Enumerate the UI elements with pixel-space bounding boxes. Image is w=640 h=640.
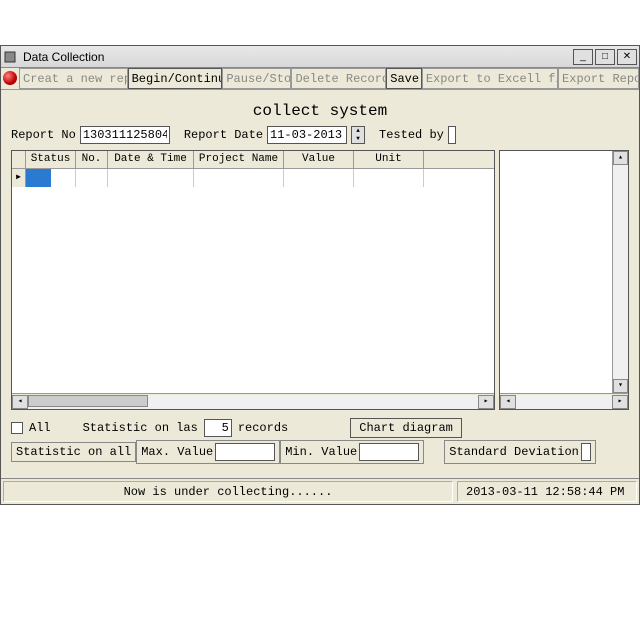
- statusbar: Now is under collecting...... 2013-03-11…: [1, 478, 639, 504]
- stat-on-all: Statistic on all: [11, 442, 136, 462]
- all-label: All: [29, 421, 51, 435]
- side-panel-body: [500, 151, 612, 393]
- tested-by-input[interactable]: [448, 126, 456, 144]
- scroll-track[interactable]: [28, 395, 478, 409]
- status-message: Now is under collecting......: [3, 481, 453, 502]
- col-no[interactable]: No.: [76, 151, 108, 168]
- current-row-marker: ▸: [12, 169, 26, 187]
- report-date-input[interactable]: [267, 126, 347, 144]
- grid-header: Status No. Date & Time Project Name Valu…: [12, 151, 494, 169]
- col-datetime[interactable]: Date & Time: [108, 151, 194, 168]
- data-grid[interactable]: Status No. Date & Time Project Name Valu…: [11, 150, 495, 410]
- row-marker-header: [12, 151, 26, 168]
- cell-project: [194, 169, 284, 187]
- side-panel: ▴ ▾ ◂ ▸: [499, 150, 629, 410]
- page-title: collect system: [11, 96, 629, 124]
- report-no-label: Report No: [11, 128, 76, 142]
- minimize-button[interactable]: _: [573, 49, 593, 65]
- side-scroll-left[interactable]: ◂: [500, 395, 516, 409]
- toolbar: Creat a new repor Begin/Continue Pause/S…: [1, 68, 639, 90]
- record-icon: [3, 71, 17, 85]
- last-n-label-post: records: [238, 421, 288, 435]
- side-scroll-right[interactable]: ▸: [612, 395, 628, 409]
- cell-no: [76, 169, 108, 187]
- scroll-down-button[interactable]: ▾: [613, 379, 628, 393]
- col-value[interactable]: Value: [284, 151, 354, 168]
- std-value-field[interactable]: [581, 443, 591, 461]
- status-datetime: 2013-03-11 12:58:44 PM: [457, 481, 637, 502]
- stat-std: Standard Deviation: [444, 440, 596, 464]
- save-button[interactable]: Save: [386, 68, 422, 89]
- delete-records-button[interactable]: Delete Records: [291, 68, 386, 89]
- scroll-thumb[interactable]: [28, 395, 148, 407]
- maximize-button[interactable]: □: [595, 49, 615, 65]
- content-area: collect system Report No Report Date ▲▼ …: [11, 96, 629, 476]
- app-window: Data Collection _ □ ✕ Creat a new repor …: [0, 45, 640, 505]
- titlebar: Data Collection _ □ ✕: [1, 46, 639, 68]
- statistics-row: Statistic on all Max. Value Min. Value S…: [11, 440, 629, 464]
- export-report-button[interactable]: Export Repor: [558, 68, 639, 89]
- cell-status[interactable]: [26, 169, 76, 187]
- min-value-field[interactable]: [359, 443, 419, 461]
- last-n-label-pre: Statistic on las: [83, 421, 198, 435]
- cell-datetime: [108, 169, 194, 187]
- window-title: Data Collection: [23, 50, 573, 64]
- col-unit[interactable]: Unit: [354, 151, 424, 168]
- side-hscrollbar[interactable]: ◂ ▸: [500, 393, 628, 409]
- table-row[interactable]: ▸: [12, 169, 494, 187]
- report-meta-row: Report No Report Date ▲▼ Tested by: [11, 124, 629, 150]
- grid-hscrollbar[interactable]: ◂ ▸: [12, 393, 494, 409]
- tested-by-label: Tested by: [379, 128, 444, 142]
- last-n-input[interactable]: [204, 419, 232, 437]
- all-checkbox[interactable]: [11, 422, 23, 434]
- scroll-up-button[interactable]: ▴: [613, 151, 628, 165]
- col-project[interactable]: Project Name: [194, 151, 284, 168]
- begin-continue-button[interactable]: Begin/Continue: [128, 68, 223, 89]
- grid-body: ▸: [12, 169, 494, 393]
- report-date-label: Report Date: [184, 128, 263, 142]
- new-report-button[interactable]: Creat a new repor: [19, 68, 128, 89]
- chart-diagram-button[interactable]: Chart diagram: [350, 418, 462, 438]
- app-icon: [3, 49, 19, 65]
- scroll-right-button[interactable]: ▸: [478, 395, 494, 409]
- stat-max: Max. Value: [136, 440, 280, 464]
- cell-unit: [354, 169, 424, 187]
- pause-stop-button[interactable]: Pause/Stop: [222, 68, 291, 89]
- col-status[interactable]: Status: [26, 151, 76, 168]
- max-value-field[interactable]: [215, 443, 275, 461]
- vscroll-track[interactable]: [613, 165, 628, 379]
- report-no-input[interactable]: [80, 126, 170, 144]
- scroll-left-button[interactable]: ◂: [12, 395, 28, 409]
- date-spinner[interactable]: ▲▼: [351, 126, 365, 144]
- cell-value: [284, 169, 354, 187]
- export-excel-button[interactable]: Export to Excell file: [422, 68, 558, 89]
- close-button[interactable]: ✕: [617, 49, 637, 65]
- stat-min: Min. Value: [280, 440, 424, 464]
